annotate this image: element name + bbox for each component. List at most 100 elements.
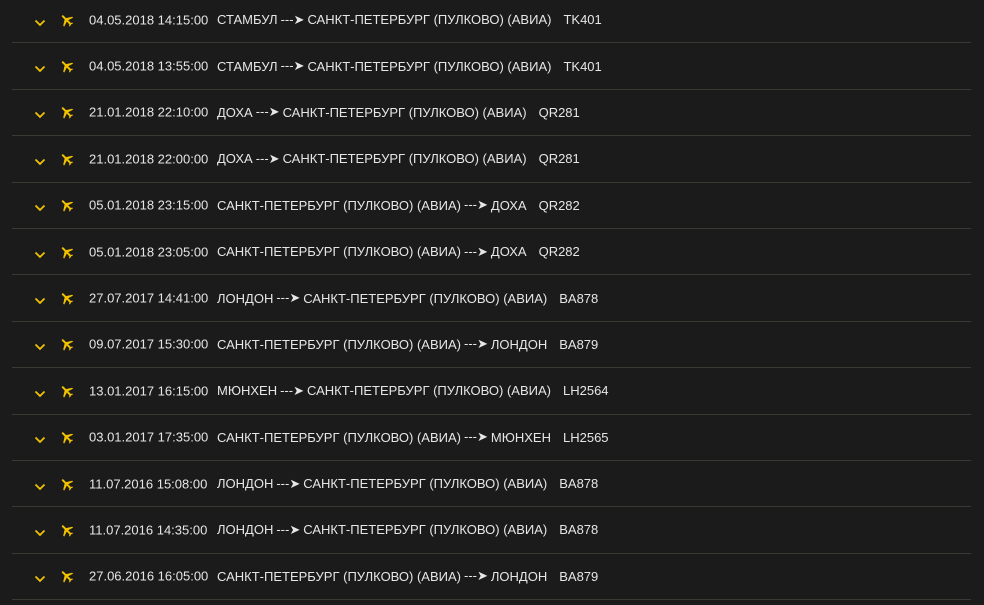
chevron-down-icon[interactable] (34, 526, 46, 537)
list-item[interactable]: 09.07.2017 15:30:00 САНКТ-ПЕТЕРБУРГ (ПУЛ… (12, 322, 971, 369)
airplane-icon (59, 104, 75, 120)
flight-route: САНКТ-ПЕТЕРБУРГ (ПУЛКОВО) (АВИА) ---➤ ЛО… (217, 568, 598, 584)
flight-route: СТАМБУЛ ---➤ САНКТ-ПЕТЕРБУРГ (ПУЛКОВО) (… (217, 58, 602, 74)
flight-number: LH2565 (562, 429, 609, 445)
flight-datetime: 11.07.2016 14:35:00 (89, 522, 208, 538)
airplane-icon (59, 476, 75, 492)
route-destination: ДОХА (490, 197, 527, 213)
chevron-down-icon[interactable] (34, 433, 46, 444)
airplane-icon (59, 429, 75, 445)
flight-number: BA879 (559, 336, 599, 352)
list-item[interactable]: 11.07.2016 15:08:00 ЛОНДОН ---➤ САНКТ-ПЕ… (12, 461, 971, 508)
flight-route: МЮНХЕН ---➤ САНКТ-ПЕТЕРБУРГ (ПУЛКОВО) (А… (217, 383, 609, 399)
flight-number: TK401 (563, 58, 602, 74)
flight-number: TK401 (563, 12, 602, 28)
flight-datetime: 11.07.2016 15:08:00 (89, 476, 208, 492)
route-arrow: ---➤ (464, 568, 488, 584)
flight-number: BA878 (559, 476, 599, 492)
flight-route: СТАМБУЛ ---➤ САНКТ-ПЕТЕРБУРГ (ПУЛКОВО) (… (217, 12, 602, 28)
chevron-down-icon[interactable] (34, 108, 46, 119)
route-origin: ЛОНДОН (217, 522, 274, 538)
flight-route: САНКТ-ПЕТЕРБУРГ (ПУЛКОВО) (АВИА) ---➤ ДО… (217, 197, 580, 213)
route-origin: САНКТ-ПЕТЕРБУРГ (ПУЛКОВО) (АВИА) (217, 197, 461, 213)
route-origin: САНКТ-ПЕТЕРБУРГ (ПУЛКОВО) (АВИА) (217, 568, 461, 584)
route-origin: СТАМБУЛ (217, 58, 278, 74)
route-arrow: ---➤ (464, 197, 488, 213)
route-arrow: ---➤ (280, 11, 305, 27)
route-origin: СТАМБУЛ (217, 12, 278, 28)
list-item[interactable]: 27.06.2016 16:05:00 САНКТ-ПЕТЕРБУРГ (ПУЛ… (12, 554, 971, 601)
route-arrow: ---➤ (464, 429, 488, 445)
route-origin: САНКТ-ПЕТЕРБУРГ (ПУЛКОВО) (АВИА) (217, 429, 461, 445)
list-item[interactable]: 27.07.2017 14:41:00 ЛОНДОН ---➤ САНКТ-ПЕ… (12, 275, 971, 322)
flight-datetime: 13.01.2017 16:15:00 (89, 383, 209, 399)
route-destination: ДОХА (490, 244, 527, 260)
flight-route: САНКТ-ПЕТЕРБУРГ (ПУЛКОВО) (АВИА) ---➤ МЮ… (217, 429, 609, 445)
chevron-down-icon[interactable] (34, 62, 46, 73)
list-item[interactable]: 04.05.2018 14:15:00 СТАМБУЛ ---➤ САНКТ-П… (12, 0, 971, 44)
list-item[interactable]: 21.01.2018 22:10:00 ДОХА ---➤ САНКТ-ПЕТЕ… (12, 90, 971, 137)
list-item[interactable]: 05.01.2018 23:05:00 САНКТ-ПЕТЕРБУРГ (ПУЛ… (12, 229, 971, 276)
route-origin: САНКТ-ПЕТЕРБУРГ (ПУЛКОВО) (АВИА) (217, 244, 461, 260)
chevron-down-icon[interactable] (34, 155, 46, 166)
flight-list: 04.05.2018 14:15:00 СТАМБУЛ ---➤ САНКТ-П… (12, 0, 971, 601)
route-arrow: ---➤ (464, 243, 488, 259)
route-arrow: ---➤ (276, 521, 301, 537)
airplane-icon (59, 290, 75, 306)
airplane-icon (59, 12, 75, 28)
flight-number: QR282 (538, 244, 580, 260)
flight-route: ЛОНДОН ---➤ САНКТ-ПЕТЕРБУРГ (ПУЛКОВО) (А… (217, 290, 598, 306)
list-item[interactable]: 03.01.2017 17:35:00 САНКТ-ПЕТЕРБУРГ (ПУЛ… (12, 415, 971, 461)
list-item[interactable]: 05.01.2018 23:15:00 САНКТ-ПЕТЕРБУРГ (ПУЛ… (12, 183, 971, 229)
route-origin: ЛОНДОН (217, 290, 274, 306)
chevron-down-icon[interactable] (34, 294, 46, 305)
route-destination: САНКТ-ПЕТЕРБУРГ (ПУЛКОВО) (АВИА) (307, 12, 552, 28)
airplane-icon (59, 197, 75, 213)
chevron-down-icon[interactable] (34, 480, 46, 490)
flight-datetime: 09.07.2017 15:30:00 (89, 336, 209, 352)
flight-number: BA878 (559, 290, 599, 306)
route-arrow: ---➤ (280, 382, 304, 398)
chevron-down-icon[interactable] (34, 16, 46, 26)
route-origin: ЛОНДОН (217, 476, 274, 492)
chevron-down-icon[interactable] (34, 340, 46, 351)
route-arrow: ---➤ (255, 150, 280, 166)
route-origin: САНКТ-ПЕТЕРБУРГ (ПУЛКОВО) (АВИА) (217, 336, 461, 352)
flight-number: QR281 (538, 151, 580, 167)
route-destination: САНКТ-ПЕТЕРБУРГ (ПУЛКОВО) (АВИА) (282, 151, 527, 167)
flight-datetime: 03.01.2017 17:35:00 (89, 429, 209, 445)
list-item[interactable]: 13.01.2017 16:15:00 МЮНХЕН ---➤ САНКТ-ПЕ… (12, 368, 971, 415)
list-item[interactable]: 04.05.2018 13:55:00 СТАМБУЛ ---➤ САНКТ-П… (12, 43, 971, 90)
flight-datetime: 21.01.2018 22:00:00 (89, 151, 209, 167)
flight-route: САНКТ-ПЕТЕРБУРГ (ПУЛКОВО) (АВИА) ---➤ ЛО… (217, 336, 598, 352)
chevron-down-icon[interactable] (34, 248, 46, 258)
airplane-icon (59, 58, 75, 74)
route-destination: САНКТ-ПЕТЕРБУРГ (ПУЛКОВО) (АВИА) (282, 104, 527, 120)
airplane-icon (59, 522, 75, 538)
flight-number: LH2564 (562, 383, 609, 399)
route-arrow: ---➤ (276, 475, 301, 491)
route-origin: МЮНХЕН (217, 383, 278, 399)
flight-datetime: 05.01.2018 23:05:00 (89, 244, 209, 260)
route-origin: ДОХА (217, 151, 253, 167)
airplane-icon (59, 568, 75, 584)
route-destination: САНКТ-ПЕТЕРБУРГ (ПУЛКОВО) (АВИА) (303, 522, 548, 538)
chevron-down-icon[interactable] (34, 387, 46, 398)
flight-route: ЛОНДОН ---➤ САНКТ-ПЕТЕРБУРГ (ПУЛКОВО) (А… (217, 476, 598, 492)
route-destination: САНКТ-ПЕТЕРБУРГ (ПУЛКОВО) (АВИА) (306, 383, 551, 399)
flight-datetime: 05.01.2018 23:15:00 (89, 197, 209, 213)
list-item[interactable]: 11.07.2016 14:35:00 ЛОНДОН ---➤ САНКТ-ПЕ… (12, 507, 971, 554)
flight-number: BA878 (559, 522, 599, 538)
list-item[interactable]: 21.01.2018 22:00:00 ДОХА ---➤ САНКТ-ПЕТЕ… (12, 136, 971, 183)
flight-route: ДОХА ---➤ САНКТ-ПЕТЕРБУРГ (ПУЛКОВО) (АВИ… (217, 151, 580, 167)
chevron-down-icon[interactable] (34, 572, 46, 583)
flight-route: САНКТ-ПЕТЕРБУРГ (ПУЛКОВО) (АВИА) ---➤ ДО… (217, 244, 580, 260)
chevron-down-icon[interactable] (34, 201, 46, 212)
route-arrow: ---➤ (280, 58, 305, 74)
route-destination: САНКТ-ПЕТЕРБУРГ (ПУЛКОВО) (АВИА) (303, 476, 548, 492)
route-arrow: ---➤ (464, 336, 488, 352)
airplane-icon (59, 151, 75, 167)
route-destination: САНКТ-ПЕТЕРБУРГ (ПУЛКОВО) (АВИА) (307, 58, 552, 74)
airplane-icon (59, 244, 75, 260)
airplane-icon (59, 383, 75, 399)
